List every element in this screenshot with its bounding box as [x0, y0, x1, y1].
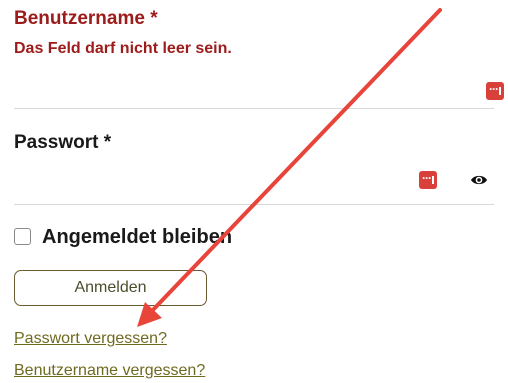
username-input[interactable] — [14, 70, 494, 109]
login-form: Benutzername * Das Feld darf nicht leer … — [0, 0, 508, 383]
remember-me-label[interactable]: Angemeldet bleiben — [42, 226, 232, 249]
eye-icon[interactable] — [470, 173, 488, 187]
password-manager-icon[interactable]: ··· — [486, 82, 504, 100]
password-manager-icon[interactable]: ··· — [419, 171, 437, 189]
username-error-message: Das Feld darf nicht leer sein. — [14, 40, 232, 57]
remember-me-checkbox[interactable] — [14, 228, 31, 245]
password-label: Passwort * — [14, 132, 112, 153]
forgot-password-link[interactable]: Passwort vergessen? — [14, 330, 167, 348]
forgot-username-link[interactable]: Benutzername vergessen? — [14, 362, 205, 380]
username-label: Benutzername * — [14, 8, 158, 29]
login-button[interactable]: Anmelden — [14, 270, 207, 306]
